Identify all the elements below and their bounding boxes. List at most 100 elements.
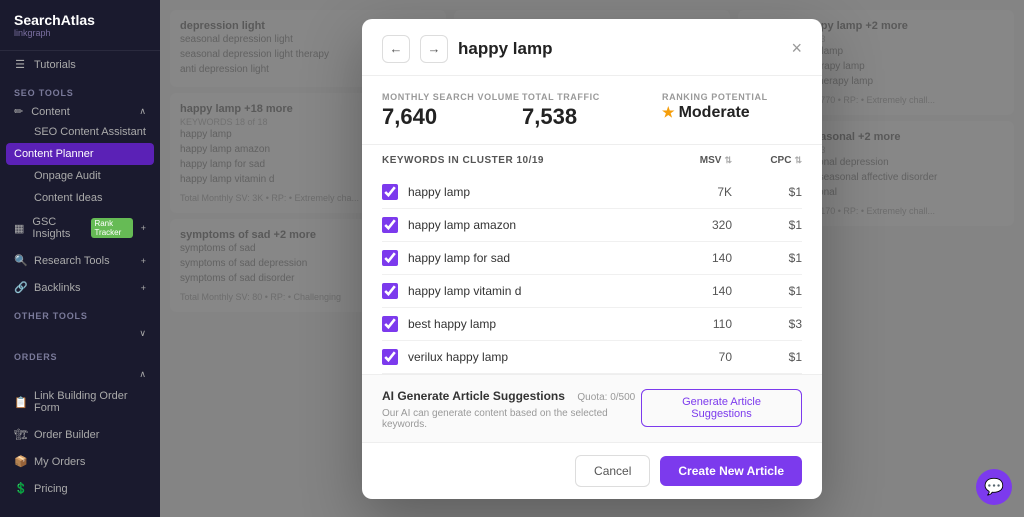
rp-label: RANKING POTENTIAL	[662, 92, 802, 102]
kw-msv-value: 140	[662, 284, 732, 298]
content-label: Content	[31, 106, 70, 118]
backlinks-arrow: +	[141, 283, 146, 293]
my-orders-label: My Orders	[34, 456, 85, 468]
modal-header: ← → happy lamp ×	[362, 19, 822, 76]
keywords-list: happy lamp 7K $1 happy lamp amazon 320 $…	[362, 176, 822, 374]
content-arrow: ∧	[139, 106, 146, 117]
kw-checkbox[interactable]	[382, 283, 398, 299]
kw-msv-value: 70	[662, 350, 732, 364]
main-content: depression light seasonal depression lig…	[160, 0, 1024, 517]
kw-msv-value: 7K	[662, 185, 732, 199]
other-tools-label: OTHER TOOLS	[0, 301, 160, 325]
chat-icon: 💬	[984, 477, 1004, 497]
other-tools-arrow: ∨	[139, 328, 146, 339]
cpc-col-header[interactable]: CPC ⇅	[732, 155, 802, 166]
kw-row: verilux happy lamp 70 $1	[382, 341, 802, 374]
kw-name: happy lamp	[408, 185, 662, 199]
traffic-label: TOTAL TRAFFIC	[522, 92, 662, 102]
sidebar-item-content-ideas[interactable]: Content Ideas	[0, 187, 160, 209]
kw-name: happy lamp vitamin d	[408, 284, 662, 298]
ai-quota: Quota: 0/500	[577, 392, 635, 403]
modal-forward-button[interactable]: →	[420, 35, 448, 63]
sidebar-item-link-building[interactable]: 📋 Link Building Order Form	[0, 383, 160, 421]
sidebar-item-onpage-audit[interactable]: Onpage Audit	[0, 165, 160, 187]
kw-cpc-value: $1	[732, 350, 802, 364]
gsc-label: GSC Insights	[32, 216, 80, 240]
msv-sort-icon: ⇅	[724, 155, 732, 166]
order-builder-label: Order Builder	[34, 429, 99, 441]
sidebar-item-backlinks[interactable]: 🔗 Backlinks +	[0, 274, 160, 301]
research-arrow: +	[141, 256, 146, 266]
content-icon: ✏	[14, 105, 23, 118]
research-label: Research Tools	[34, 255, 110, 267]
kw-name: verilux happy lamp	[408, 350, 662, 364]
ai-header: AI Generate Article Suggestions Quota: 0…	[382, 387, 802, 430]
kw-msv-value: 110	[662, 317, 732, 331]
kw-checkbox[interactable]	[382, 349, 398, 365]
gsc-arrow: +	[141, 223, 146, 233]
stat-total-traffic: TOTAL TRAFFIC 7,538	[522, 92, 662, 130]
ai-description: Our AI can generate content based on the…	[382, 408, 641, 430]
tutorials-label: Tutorials	[34, 59, 76, 71]
msv-label: MONTHLY SEARCH VOLUME	[382, 92, 522, 102]
sidebar-item-seo-content[interactable]: SEO Content Assistant	[0, 121, 160, 143]
stat-ranking-potential: RANKING POTENTIAL Moderate	[662, 92, 802, 130]
sidebar-item-gsc[interactable]: ▦ GSC Insights Rank Tracker +	[0, 209, 160, 247]
sidebar: SearchAtlas linkgraph ☰ Tutorials SEO TO…	[0, 0, 160, 517]
kw-checkbox[interactable]	[382, 250, 398, 266]
sidebar-item-content[interactable]: ✏ Content ∧	[0, 102, 160, 121]
other-tools-toggle[interactable]: ∨	[0, 325, 160, 342]
kw-checkbox[interactable]	[382, 184, 398, 200]
msv-col-header[interactable]: MSV ⇅	[662, 155, 732, 166]
modal-close-button[interactable]: ×	[791, 38, 802, 59]
link-building-icon: 📋	[14, 396, 26, 409]
sidebar-item-order-builder[interactable]: 🏗 Order Builder	[0, 421, 160, 448]
create-article-button[interactable]: Create New Article	[660, 456, 802, 486]
backlinks-icon: 🔗	[14, 281, 26, 294]
sidebar-item-research[interactable]: 🔍 Research Tools +	[0, 247, 160, 274]
kw-table-header: KEYWORDS IN CLUSTER 10/19 MSV ⇅ CPC ⇅	[362, 145, 822, 176]
research-icon: 🔍	[14, 254, 26, 267]
sidebar-logo: SearchAtlas linkgraph	[0, 0, 160, 51]
sidebar-item-my-orders[interactable]: 📦 My Orders	[0, 448, 160, 475]
ai-text: AI Generate Article Suggestions Quota: 0…	[382, 387, 641, 430]
kw-row: happy lamp for sad 140 $1	[382, 242, 802, 275]
gsc-icon: ▦	[14, 222, 24, 235]
ai-section: AI Generate Article Suggestions Quota: 0…	[362, 374, 822, 442]
kw-cpc-value: $3	[732, 317, 802, 331]
rp-value: Moderate	[662, 104, 802, 122]
kw-cpc-value: $1	[732, 251, 802, 265]
my-orders-icon: 📦	[14, 455, 26, 468]
stat-monthly-search-volume: MONTHLY SEARCH VOLUME 7,640	[382, 92, 522, 130]
brand-name: SearchAtlas	[14, 12, 146, 28]
kw-name: best happy lamp	[408, 317, 662, 331]
modal-overlay: ← → happy lamp × MONTHLY SEARCH VOLUME 7…	[160, 0, 1024, 517]
kw-row: happy lamp amazon 320 $1	[382, 209, 802, 242]
kw-row: best happy lamp 110 $3	[382, 308, 802, 341]
kw-name: happy lamp for sad	[408, 251, 662, 265]
orders-label: ORDERS	[0, 342, 160, 366]
kw-name: happy lamp amazon	[408, 218, 662, 232]
link-building-label: Link Building Order Form	[34, 390, 146, 414]
order-builder-icon: 🏗	[14, 428, 26, 441]
sidebar-item-pricing[interactable]: 💲 Pricing	[0, 475, 160, 502]
cluster-label: KEYWORDS IN CLUSTER 10/19	[382, 155, 662, 166]
sidebar-item-content-planner[interactable]: Content Planner	[6, 143, 154, 165]
kw-checkbox[interactable]	[382, 316, 398, 332]
modal: ← → happy lamp × MONTHLY SEARCH VOLUME 7…	[362, 19, 822, 499]
cancel-button[interactable]: Cancel	[575, 455, 650, 487]
orders-arrow: ∧	[139, 369, 146, 380]
kw-row: happy lamp vitamin d 140 $1	[382, 275, 802, 308]
modal-back-button[interactable]: ←	[382, 35, 410, 63]
modal-footer: Cancel Create New Article	[362, 442, 822, 499]
generate-suggestions-button[interactable]: Generate Article Suggestions	[641, 389, 802, 427]
sidebar-item-tutorials[interactable]: ☰ Tutorials	[0, 51, 160, 78]
kw-row: happy lamp 7K $1	[382, 176, 802, 209]
chat-bubble[interactable]: 💬	[976, 469, 1012, 505]
kw-msv-value: 140	[662, 251, 732, 265]
brand-sub: linkgraph	[14, 28, 146, 38]
seo-tools-label: SEO TOOLS	[0, 78, 160, 102]
orders-toggle[interactable]: ∧	[0, 366, 160, 383]
pricing-icon: 💲	[14, 482, 26, 495]
kw-checkbox[interactable]	[382, 217, 398, 233]
